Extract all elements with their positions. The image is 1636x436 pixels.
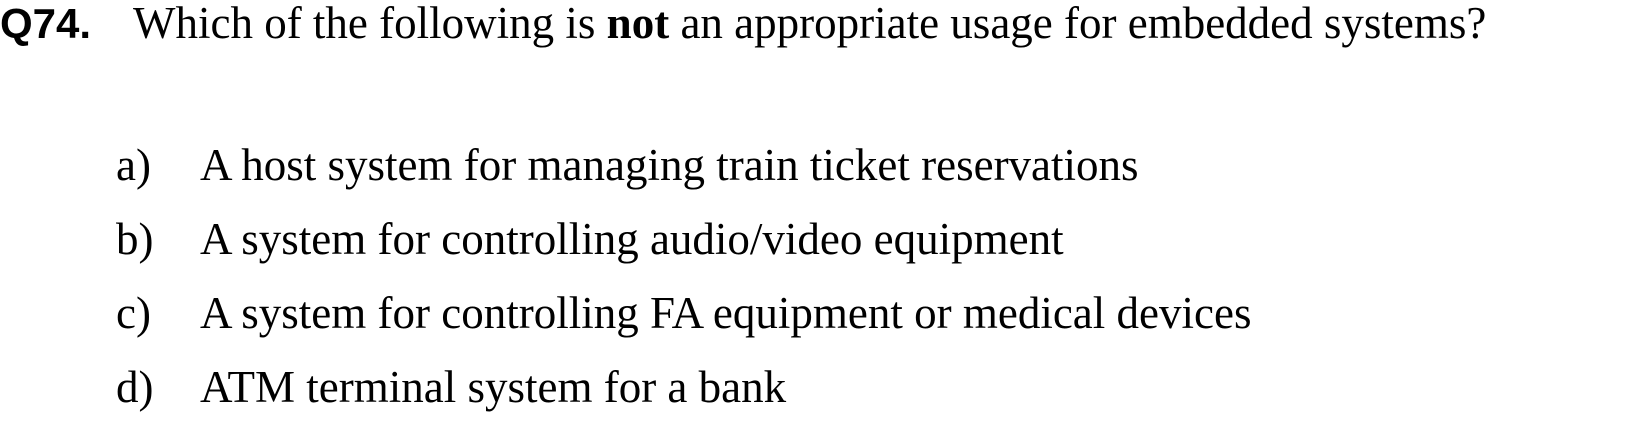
question-emphasis: not	[606, 0, 670, 48]
option-letter: d)	[116, 362, 154, 412]
option-text: A system for controlling audio/video equ…	[200, 214, 1064, 264]
option-text: A system for controlling FA equipment or…	[200, 288, 1252, 338]
option-a: a) A host system for managing train ticke…	[116, 140, 1251, 214]
answer-options: a) A host system for managing train ticke…	[116, 140, 1251, 436]
option-b: b) A system for controlling audio/video e…	[116, 214, 1251, 288]
option-text: A host system for managing train ticket …	[200, 140, 1139, 190]
option-letter: c)	[116, 288, 151, 338]
option-d: d) ATM terminal system for a bank	[116, 362, 1251, 436]
question-text-after: an appropriate usage for embedded system…	[669, 0, 1487, 48]
question-text-before: Which of the following is	[133, 0, 607, 48]
question-number: Q74.	[0, 0, 92, 47]
option-text: ATM terminal system for a bank	[200, 362, 787, 412]
question-text: Q74. Which of the following is not an app…	[0, 0, 1487, 48]
option-c: c) A system for controlling FA equipment …	[116, 288, 1251, 362]
option-letter: b)	[116, 214, 154, 264]
option-letter: a)	[116, 140, 151, 190]
